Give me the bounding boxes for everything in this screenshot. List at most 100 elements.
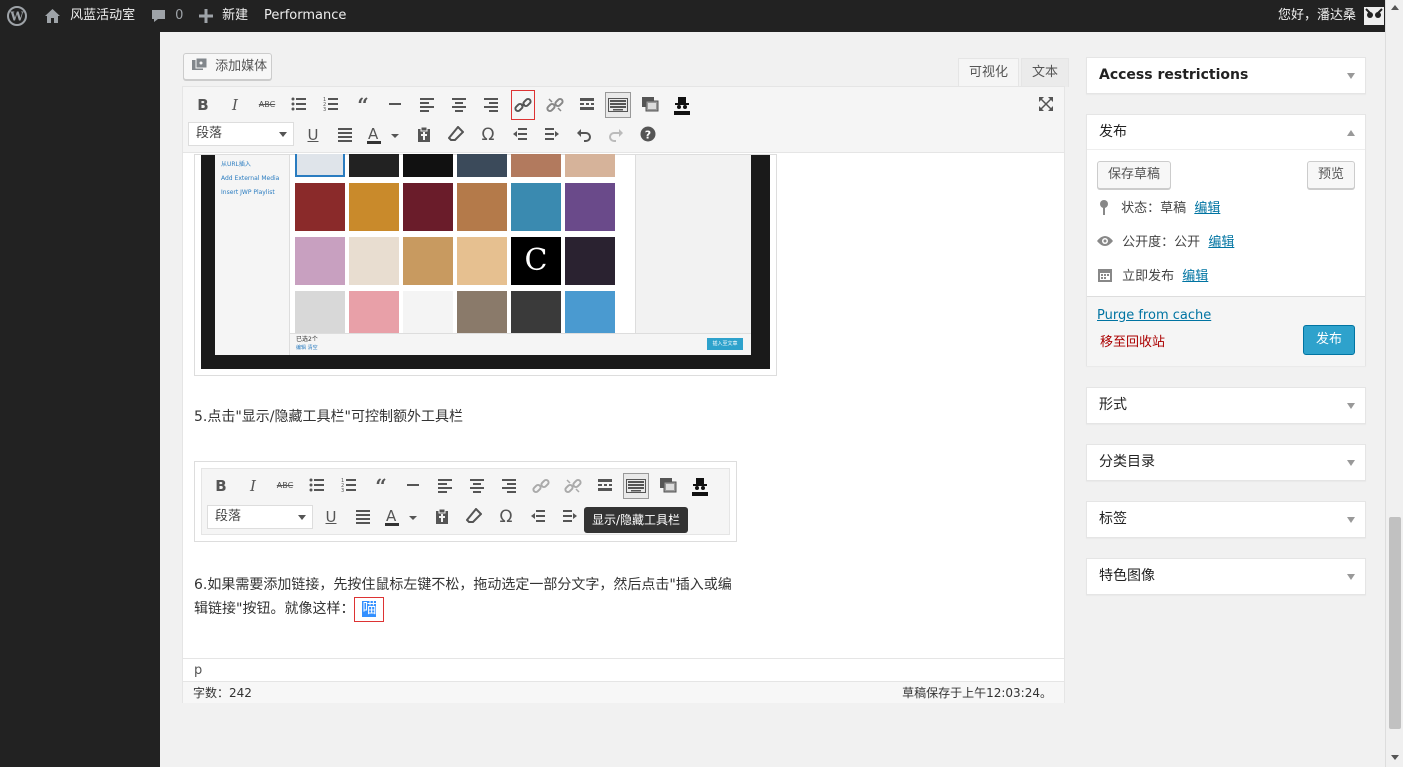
plus-icon bbox=[199, 8, 213, 23]
clipboard-icon bbox=[431, 506, 453, 528]
unlink-button[interactable] bbox=[544, 94, 566, 116]
blockquote-button[interactable]: “ bbox=[352, 94, 374, 116]
site-home-link[interactable]: 风蓝活动室 bbox=[44, 0, 135, 32]
move-to-trash-link[interactable]: 移至回收站 bbox=[1100, 331, 1165, 350]
screenshot-panel: 从URL插入 Add External Media Insert JWP Pla… bbox=[215, 154, 751, 355]
text-color-icon: A bbox=[367, 126, 399, 144]
align-center-icon bbox=[452, 98, 466, 112]
new-label: 新建 bbox=[222, 8, 249, 23]
spy-icon-button[interactable] bbox=[671, 94, 693, 116]
edit-visibility-link[interactable]: 编辑 bbox=[1208, 235, 1234, 250]
chevron-down-icon[interactable] bbox=[1347, 403, 1355, 409]
edit-status-link[interactable]: 编辑 bbox=[1194, 201, 1220, 216]
keyboard-icon bbox=[608, 98, 628, 112]
toolbar-toggle-button[interactable] bbox=[605, 92, 631, 118]
admin-bar: W 风蓝活动室 0 新建 Performance 您好，潘达桑 bbox=[0, 0, 1385, 32]
new-content-link[interactable]: 新建 bbox=[199, 0, 248, 32]
publish-header[interactable]: 发布 bbox=[1087, 115, 1365, 150]
publish-title: 发布 bbox=[1099, 124, 1127, 140]
format-box[interactable]: 形式 bbox=[1086, 387, 1366, 424]
my-account-link[interactable]: 您好，潘达桑 bbox=[1278, 0, 1385, 32]
access-restrictions-box[interactable]: Access restrictions bbox=[1086, 57, 1366, 94]
featured-image-box[interactable]: 特色图像 bbox=[1086, 558, 1366, 595]
undo-button[interactable] bbox=[573, 124, 595, 146]
indent-button[interactable] bbox=[541, 124, 563, 146]
outdent-button[interactable] bbox=[509, 124, 531, 146]
tags-box[interactable]: 标签 bbox=[1086, 501, 1366, 538]
horizontal-line-button[interactable] bbox=[384, 94, 406, 116]
editor-content[interactable]: 从URL插入 Add External Media Insert JWP Pla… bbox=[183, 154, 1064, 658]
read-more-icon bbox=[580, 98, 594, 110]
film-icon bbox=[657, 475, 679, 497]
strikethrough-button[interactable]: ABC bbox=[256, 94, 278, 116]
featured-image-box-header[interactable]: 特色图像 bbox=[1087, 559, 1365, 594]
align-left-button[interactable] bbox=[416, 94, 438, 116]
access-restrictions-header[interactable]: Access restrictions bbox=[1087, 58, 1365, 93]
category-box[interactable]: 分类目录 bbox=[1086, 444, 1366, 481]
tab-visual[interactable]: 可视化 bbox=[958, 58, 1020, 87]
chevron-down-icon[interactable] bbox=[1347, 460, 1355, 466]
wordpress-logo-icon[interactable]: W bbox=[7, 0, 27, 32]
chevron-down-icon bbox=[298, 515, 306, 520]
format-box-header[interactable]: 形式 bbox=[1087, 388, 1365, 423]
screenshot-left-column: 从URL插入 Add External Media Insert JWP Pla… bbox=[215, 155, 290, 355]
paste-text-button[interactable] bbox=[413, 124, 435, 146]
incognito-icon bbox=[674, 97, 690, 115]
scroll-up-icon[interactable] bbox=[1391, 5, 1399, 10]
publish-button[interactable]: 发布 bbox=[1303, 325, 1355, 355]
help-button[interactable]: ? bbox=[637, 124, 659, 146]
text-color-button[interactable]: A bbox=[365, 124, 401, 146]
chevron-down-icon[interactable] bbox=[1347, 517, 1355, 523]
numbered-list-button[interactable]: 123 bbox=[320, 94, 342, 116]
special-character-button[interactable]: Ω bbox=[477, 124, 499, 146]
justify-button[interactable] bbox=[334, 124, 356, 146]
tab-text[interactable]: 文本 bbox=[1021, 58, 1070, 87]
format-select-value: 段落 bbox=[196, 126, 223, 141]
chevron-down-icon[interactable] bbox=[1347, 73, 1355, 79]
add-media-button[interactable]: 添加媒体 bbox=[183, 53, 272, 80]
underline-button[interactable]: U bbox=[302, 124, 324, 146]
format-select[interactable]: 段落 bbox=[188, 122, 294, 146]
align-right-button[interactable] bbox=[480, 94, 502, 116]
page-scrollbar[interactable] bbox=[1385, 0, 1403, 767]
italic-button[interactable]: I bbox=[224, 94, 246, 116]
preview-button[interactable]: 预览 bbox=[1307, 161, 1355, 189]
unlink-icon bbox=[546, 97, 564, 113]
horizontal-line-icon bbox=[402, 475, 424, 497]
indent-icon bbox=[559, 506, 581, 528]
category-box-header[interactable]: 分类目录 bbox=[1087, 445, 1365, 480]
thumbnail bbox=[565, 154, 615, 177]
chevron-down-icon[interactable] bbox=[1347, 574, 1355, 580]
chevron-down-icon bbox=[279, 132, 287, 137]
save-draft-button[interactable]: 保存草稿 bbox=[1097, 161, 1171, 189]
edit-schedule-link[interactable]: 编辑 bbox=[1182, 269, 1208, 284]
bulleted-list-button[interactable] bbox=[288, 94, 310, 116]
greeting: 您好，潘达桑 bbox=[1278, 8, 1357, 23]
clear-formatting-button[interactable] bbox=[445, 124, 467, 146]
insert-media-button[interactable] bbox=[639, 94, 661, 116]
media-library-screenshot: 从URL插入 Add External Media Insert JWP Pla… bbox=[194, 154, 777, 376]
comments-link[interactable]: 0 bbox=[150, 0, 183, 32]
scroll-down-icon[interactable] bbox=[1391, 755, 1399, 760]
thumbnail bbox=[511, 183, 561, 231]
insert-link-button[interactable] bbox=[511, 90, 535, 120]
thumbnail bbox=[295, 237, 345, 285]
fullscreen-button[interactable] bbox=[1035, 94, 1057, 116]
performance-link[interactable]: Performance bbox=[264, 0, 346, 32]
redo-button[interactable] bbox=[605, 124, 627, 146]
selected-text: 喵 bbox=[362, 601, 377, 617]
chevron-up-icon[interactable] bbox=[1347, 130, 1355, 136]
purge-cache-link[interactable]: Purge from cache bbox=[1097, 308, 1211, 323]
eye-icon bbox=[1097, 236, 1113, 246]
tags-box-header[interactable]: 标签 bbox=[1087, 502, 1365, 537]
indent-icon bbox=[545, 128, 559, 140]
bold-button[interactable]: B bbox=[192, 94, 214, 116]
align-center-button[interactable] bbox=[448, 94, 470, 116]
svg-text:3: 3 bbox=[323, 107, 326, 112]
schedule-row: 立即发布 编辑 bbox=[1097, 267, 1208, 287]
thumbnail bbox=[403, 154, 453, 177]
comments-count: 0 bbox=[175, 8, 184, 23]
screenshot-bottom-bar: 已选2个 编辑 清空 插入至文章 bbox=[290, 333, 751, 355]
read-more-button[interactable] bbox=[576, 94, 598, 116]
scrollbar-thumb[interactable] bbox=[1389, 517, 1401, 729]
